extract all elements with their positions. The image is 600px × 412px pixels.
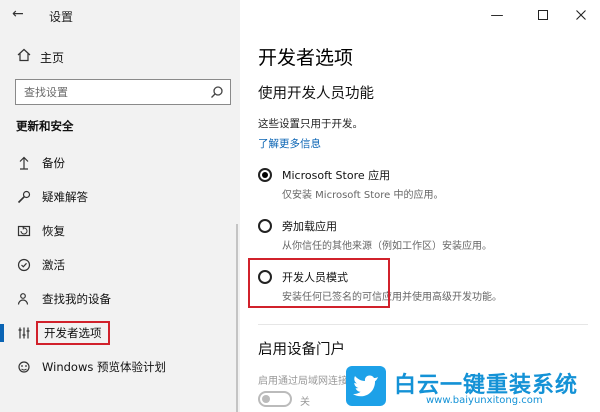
sidebar-item-troubleshoot[interactable]: 疑难解答: [0, 180, 240, 214]
sidebar-item-label: 查找我的设备: [42, 292, 111, 306]
search-box[interactable]: [15, 79, 231, 105]
learn-more-link[interactable]: 了解更多信息: [258, 136, 321, 151]
search-icon[interactable]: [210, 84, 224, 98]
sidebar-item-home[interactable]: 主页: [16, 46, 64, 68]
section-title-developer-features: 使用开发人员功能: [258, 86, 374, 102]
radio-sideload-apps[interactable]: [258, 219, 272, 233]
section-divider: [258, 324, 588, 325]
sidebar-item-find-my-device[interactable]: 查找我的设备: [0, 282, 240, 316]
sidebar-item-backup[interactable]: 备份: [0, 146, 240, 180]
radio-store-apps[interactable]: [258, 168, 272, 182]
sidebar-item-recovery[interactable]: 恢复: [0, 214, 240, 248]
sidebar-item-label: 恢复: [42, 224, 65, 238]
sidebar-item-activation[interactable]: 激活: [0, 248, 240, 282]
watermark-url: www.baiyunxitong.com: [426, 395, 543, 406]
option-description: 仅安装 Microsoft Store 中的应用。: [282, 190, 444, 201]
home-icon: [16, 48, 32, 66]
section-title: 更新和安全: [16, 119, 74, 133]
option-label: 旁加载应用: [282, 220, 337, 233]
sidebar-item-label: 开发者选项: [36, 321, 110, 345]
minimize-icon[interactable]: —: [482, 4, 512, 26]
sidebar-item-windows-insider[interactable]: Windows 预览体验计划: [0, 350, 240, 384]
page-title: 开发者选项: [258, 47, 354, 69]
watermark: 白云一键重装系统 www.baiyunxitong.com: [346, 366, 598, 410]
sidebar-item-label: 疑难解答: [42, 190, 88, 204]
sidebar-item-developer-options[interactable]: 开发者选项: [0, 316, 240, 350]
sidebar-nav: 备份 疑难解答 恢复 激活 查找我的设备 开发者选项 Windows 预览体验计…: [0, 146, 240, 384]
window-title: 设置: [49, 10, 74, 24]
wrench-icon: [16, 189, 32, 205]
developer-tools-icon: [16, 325, 32, 341]
section-title-device-portal: 启用设备门户: [258, 342, 345, 358]
sidebar-item-label: 备份: [42, 156, 65, 170]
device-portal-description: 启用通过局域网连接: [258, 376, 348, 387]
option-description: 从你信任的其他来源（例如工作区）安装应用。: [282, 241, 492, 252]
section-description: 这些设置只用于开发。: [258, 118, 363, 130]
check-circle-icon: [16, 257, 32, 273]
person-location-icon: [16, 291, 32, 307]
option-label: Microsoft Store 应用: [282, 169, 391, 182]
search-input[interactable]: [16, 80, 206, 104]
arrow-left-icon[interactable]: ←: [12, 6, 24, 22]
sidebar-scrollbar[interactable]: [236, 224, 238, 412]
sidebar: ← 设置 主页 更新和安全 备份 疑难解答: [0, 0, 240, 412]
insider-icon: [16, 359, 32, 375]
sidebar-item-label: 激活: [42, 258, 65, 272]
close-icon[interactable]: [566, 4, 596, 26]
device-portal-toggle[interactable]: [258, 391, 292, 407]
backup-arrow-icon: [16, 155, 32, 171]
developer-mode-highlight: [248, 258, 390, 308]
home-label: 主页: [40, 50, 65, 65]
bird-logo-icon: [346, 366, 386, 406]
sidebar-item-label: Windows 预览体验计划: [42, 360, 166, 374]
main-content: — 开发者选项 使用开发人员功能 这些设置只用于开发。 了解更多信息 Micro…: [240, 0, 600, 412]
recovery-icon: [16, 223, 32, 239]
toggle-state-label: 关: [300, 397, 310, 408]
titlebar-left: ← 设置: [0, 0, 240, 30]
maximize-icon[interactable]: [528, 4, 558, 26]
